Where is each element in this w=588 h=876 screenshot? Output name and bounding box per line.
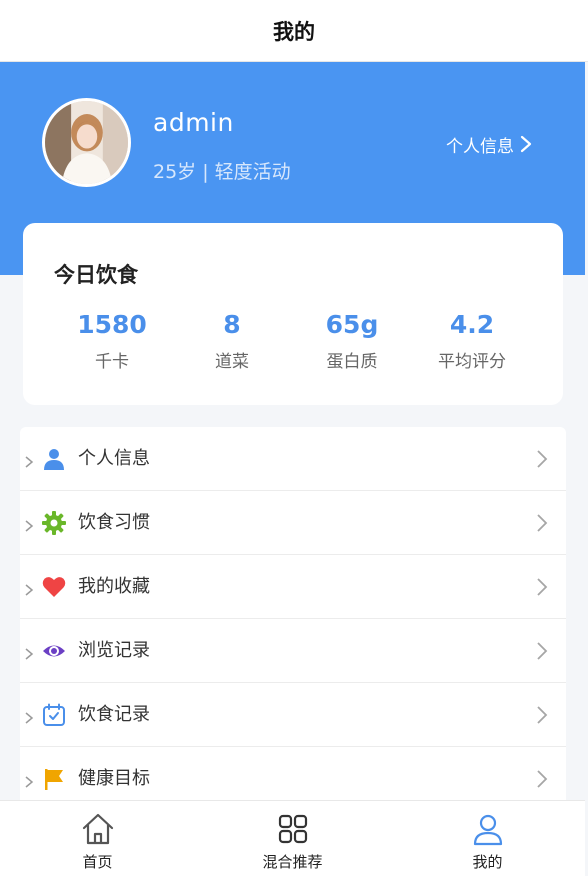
menu-item-personal-info[interactable]: 个人信息 <box>20 427 566 491</box>
stat-label: 千卡 <box>95 352 129 372</box>
stat-value: 4.2 <box>449 310 495 339</box>
tab-mixed-recommend[interactable]: 混合推荐 <box>195 801 390 876</box>
bottom-tab-bar: 首页 混合推荐 我的 <box>0 800 585 876</box>
calendar-icon <box>43 703 65 726</box>
chevron-right-icon <box>537 706 548 724</box>
tab-mine[interactable]: 我的 <box>390 801 585 876</box>
heart-icon <box>42 577 66 597</box>
menu-item-diet-records[interactable]: 饮食记录 <box>20 683 566 747</box>
menu-item-label: 我的收藏 <box>78 576 150 597</box>
chevron-right-small-icon <box>25 712 34 724</box>
stat-label: 平均评分 <box>438 352 506 372</box>
menu-item-health-goals[interactable]: 健康目标 <box>20 747 566 807</box>
avatar[interactable] <box>42 98 131 187</box>
gear-icon <box>42 511 66 535</box>
avatar-image <box>45 101 128 184</box>
user-icon <box>44 449 64 470</box>
chevron-right-icon <box>537 578 548 596</box>
stat-protein: 65g 蛋白质 <box>292 309 412 373</box>
chevron-right-icon <box>537 450 548 468</box>
eye-icon <box>43 645 65 657</box>
user-subtitle: 25岁 | 轻度活动 <box>153 161 291 183</box>
stat-value: 1580 <box>77 310 147 339</box>
menu-item-label: 个人信息 <box>78 448 150 469</box>
chevron-right-small-icon <box>25 648 34 660</box>
menu-item-label: 浏览记录 <box>78 640 150 661</box>
today-stats: 1580 千卡 8 道菜 65g 蛋白质 4.2 平均评分 <box>52 309 532 373</box>
chevron-right-small-icon <box>25 584 34 596</box>
profile-info-link[interactable]: 个人信息 <box>446 132 532 157</box>
chevron-right-icon <box>537 770 548 788</box>
menu-item-label: 饮食习惯 <box>78 512 150 533</box>
stat-calories: 1580 千卡 <box>52 309 172 373</box>
chevron-right-icon <box>537 642 548 660</box>
home-icon <box>82 813 113 845</box>
menu-item-favorites[interactable]: 我的收藏 <box>20 555 566 619</box>
tab-home[interactable]: 首页 <box>0 801 195 876</box>
today-diet-title: 今日饮食 <box>54 263 138 287</box>
grid-icon <box>278 814 307 844</box>
chevron-right-icon <box>520 135 532 153</box>
menu-item-diet-habits[interactable]: 饮食习惯 <box>20 491 566 555</box>
menu-item-label: 饮食记录 <box>78 704 150 725</box>
chevron-right-small-icon <box>25 776 34 788</box>
tab-label: 我的 <box>472 853 503 871</box>
menu-item-label: 健康目标 <box>78 768 150 789</box>
chevron-right-small-icon <box>25 456 34 468</box>
stat-value: 8 <box>223 310 241 339</box>
stat-label: 道菜 <box>215 352 249 372</box>
username: admin <box>153 108 234 137</box>
nav-header: 我的 <box>0 0 588 62</box>
settings-menu: 个人信息 饮食习惯 我的收藏 浏览记录 饮食记录 健康目标 <box>20 427 566 807</box>
page-title: 我的 <box>273 19 315 44</box>
tab-label: 混合推荐 <box>262 853 323 871</box>
stat-dishes: 8 道菜 <box>172 309 292 373</box>
profile-info-link-label: 个人信息 <box>446 136 514 157</box>
stat-average-rating: 4.2 平均评分 <box>412 309 532 373</box>
stat-label: 蛋白质 <box>326 352 378 372</box>
flag-icon <box>45 769 63 790</box>
stat-value: 65g <box>325 310 379 339</box>
menu-item-browse-history[interactable]: 浏览记录 <box>20 619 566 683</box>
chevron-right-small-icon <box>25 520 34 532</box>
tab-label: 首页 <box>82 853 113 871</box>
page: 我的 admin 25岁 | 轻度活动 个人信息 今日饮食 1580 千卡 8 … <box>0 0 588 876</box>
chevron-right-icon <box>537 514 548 532</box>
today-diet-card: 今日饮食 1580 千卡 8 道菜 65g 蛋白质 4.2 平均评分 <box>23 223 563 405</box>
profile-icon <box>473 814 502 846</box>
